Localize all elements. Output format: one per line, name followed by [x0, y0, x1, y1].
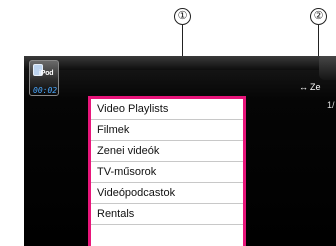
callout-2: ②	[310, 8, 327, 25]
top-right-button[interactable]	[319, 56, 336, 80]
video-category-list: Video Playlists Filmek Zenei videók TV-m…	[88, 96, 246, 246]
ipod-source-button[interactable]: iPod 00:02	[29, 60, 59, 96]
elapsed-time: 00:02	[33, 86, 58, 95]
screen-top-bar	[24, 56, 336, 70]
shuffle-label: Ze	[310, 82, 321, 92]
ipod-video-screen: iPod 00:02 Video Playlists Filmek Zenei …	[24, 56, 336, 246]
shuffle-button[interactable]: ↔ Ze	[299, 82, 336, 92]
list-item-tv-musorok[interactable]: TV-műsorok	[91, 162, 243, 183]
page-indicator: 1/	[327, 100, 335, 110]
ipod-label: iPod	[39, 70, 54, 77]
shuffle-icon: ↔	[299, 82, 308, 92]
callout-1: ①	[174, 8, 191, 25]
list-item-video-playlists[interactable]: Video Playlists	[91, 99, 243, 120]
list-item-rentals[interactable]: Rentals	[91, 204, 243, 225]
list-item-videopodcastok[interactable]: Videópodcastok	[91, 183, 243, 204]
list-item-filmek[interactable]: Filmek	[91, 120, 243, 141]
list-item-zenei-videok[interactable]: Zenei videók	[91, 141, 243, 162]
